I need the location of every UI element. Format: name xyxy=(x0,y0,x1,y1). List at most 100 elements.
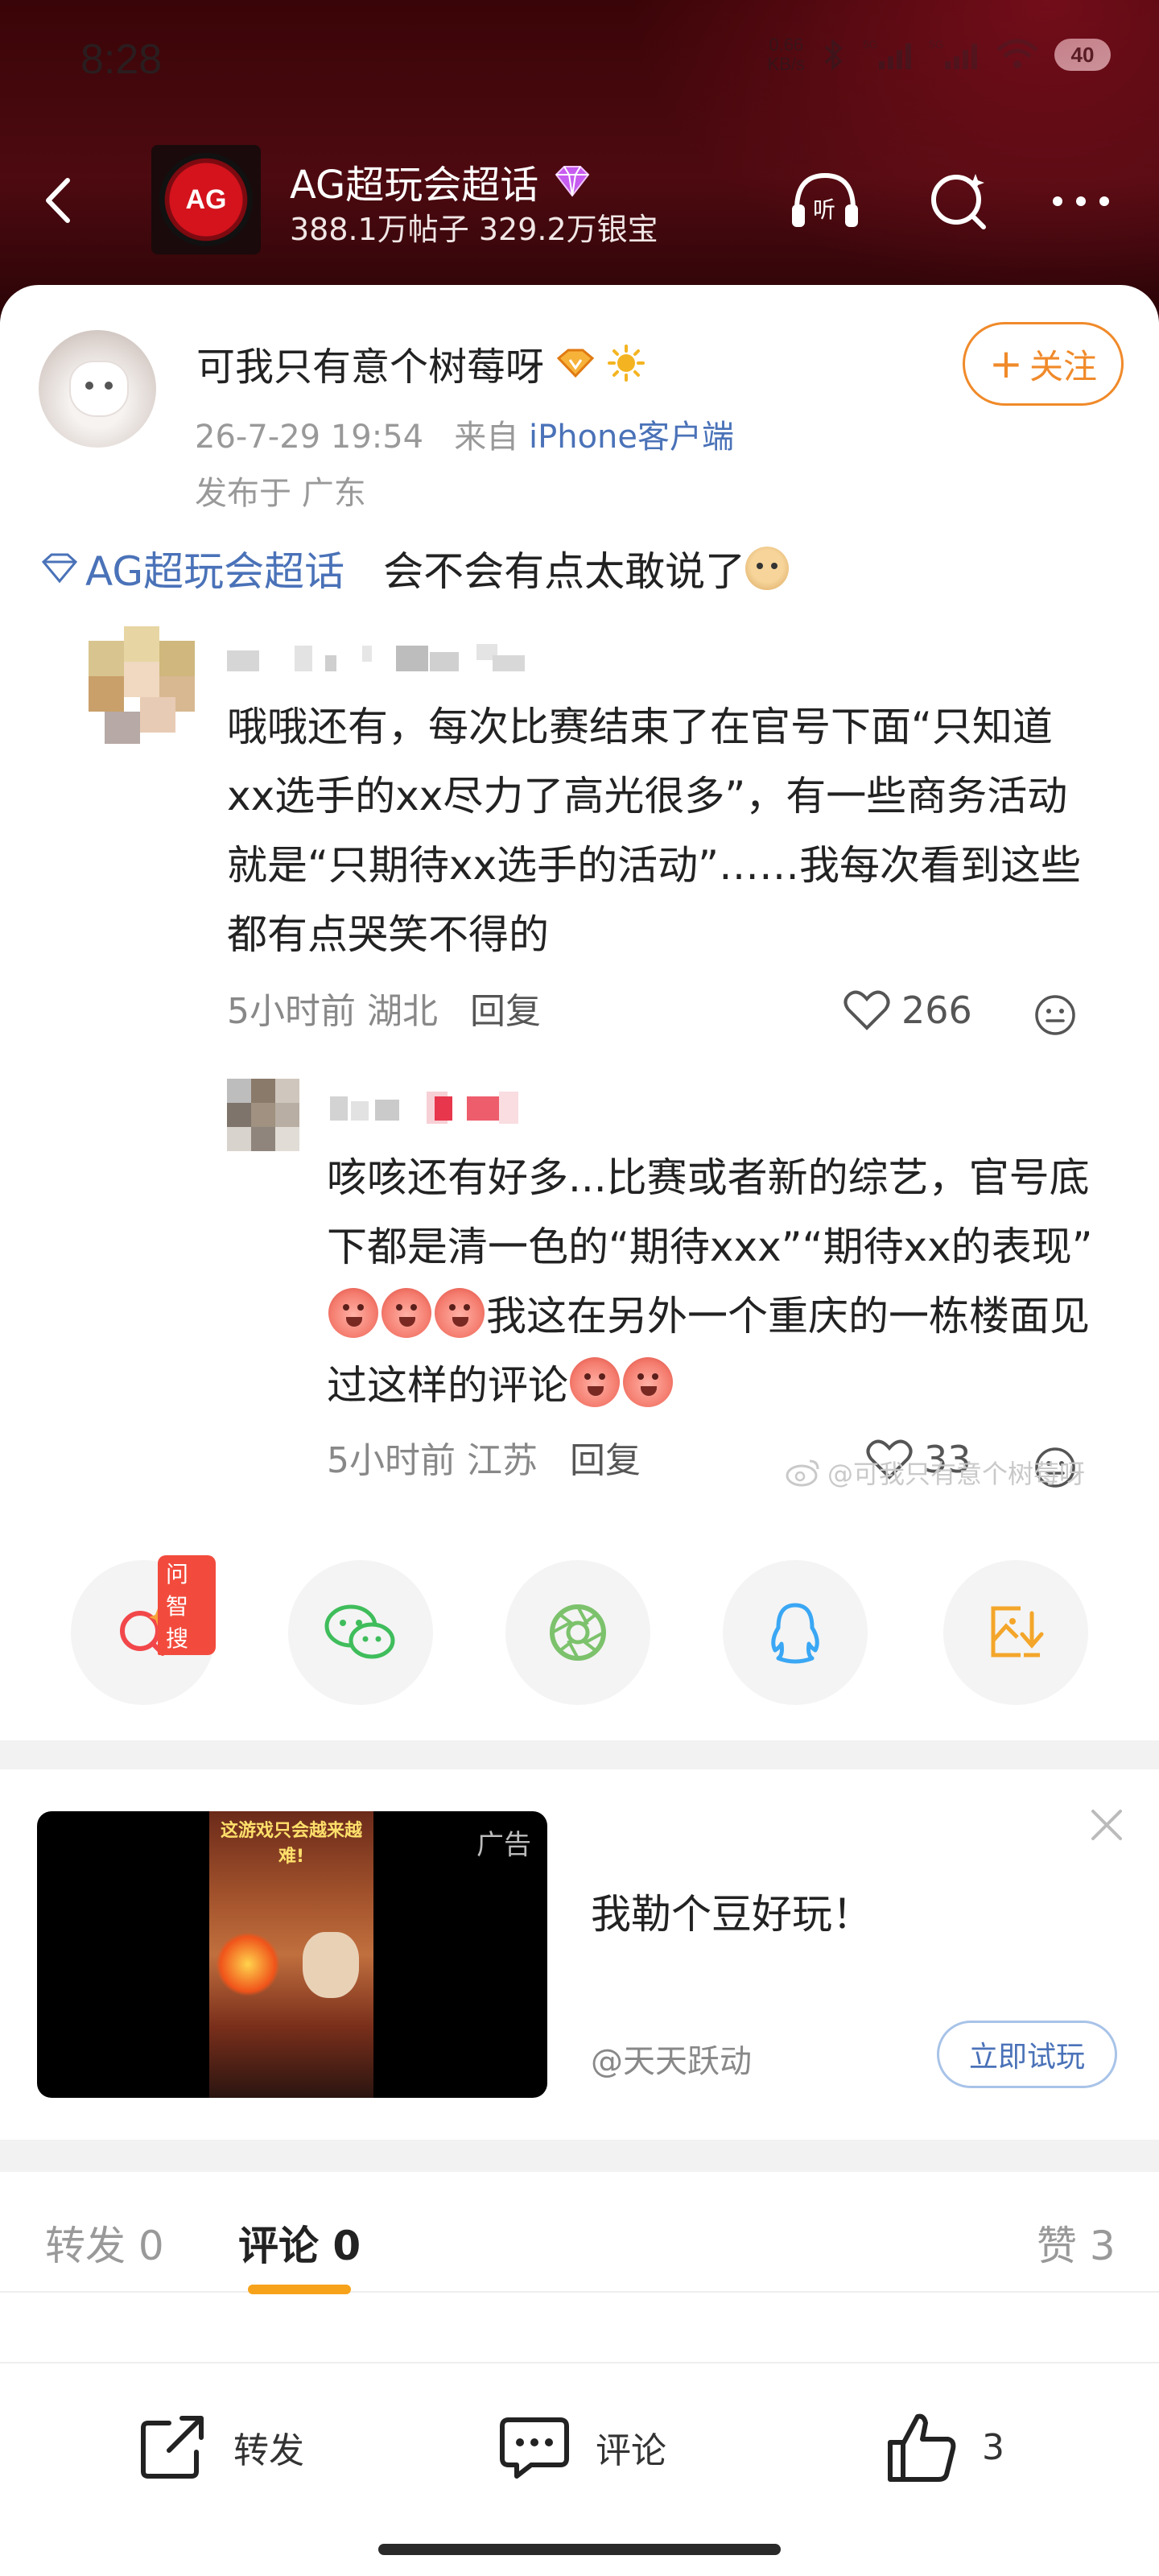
crying-peach-emoji-icon xyxy=(570,1357,620,1407)
sun-level-icon xyxy=(608,345,645,382)
repost-button[interactable]: 转发 xyxy=(134,2409,304,2486)
post-from-prefix: 来自 xyxy=(454,419,519,456)
post-location: 发布于 广东 xyxy=(195,475,366,512)
author-name: 可我只有意个树莓呀 xyxy=(196,345,545,390)
moments-share-button[interactable] xyxy=(505,1560,650,1705)
comment-like-button[interactable]: 266 xyxy=(843,989,972,1032)
heart-icon xyxy=(843,990,890,1030)
ai-search-share-button[interactable]: 问智搜 xyxy=(71,1555,216,1705)
fire-effect xyxy=(216,1932,280,1996)
post-text: 会不会有点太敢说了 xyxy=(383,548,746,595)
tab-repost[interactable]: 转发 0 xyxy=(45,2214,164,2272)
home-indicator[interactable] xyxy=(378,2544,781,2555)
svg-text:听: 听 xyxy=(813,196,835,223)
save-image-icon xyxy=(991,1606,1044,1657)
emoji-react-icon[interactable] xyxy=(1033,993,1077,1037)
reply-reply-button[interactable]: 回复 xyxy=(570,1431,641,1483)
topic-link-text: AG超玩会超话 xyxy=(85,548,345,595)
ad-game-screenshot: 这游戏只会越来越难! xyxy=(209,1811,373,2098)
tab-like[interactable]: 赞 3 xyxy=(1037,2214,1116,2272)
comment-time: 5小时前 湖北 xyxy=(227,991,438,1032)
section-divider xyxy=(0,2140,1159,2172)
battery-indicator: 40 xyxy=(1054,39,1111,71)
more-menu-icon[interactable] xyxy=(1045,169,1117,233)
svg-text:5G: 5G xyxy=(863,38,878,51)
post-card xyxy=(0,285,1159,1734)
reply-avatar-pixelated[interactable] xyxy=(227,1079,299,1151)
bluetooth-icon xyxy=(824,39,843,71)
save-image-share-button[interactable] xyxy=(943,1560,1088,1705)
ad-video[interactable]: 这游戏只会越来越难! 广告 xyxy=(37,1811,547,2098)
reply-button[interactable]: 回复 xyxy=(470,982,541,1034)
moments-icon xyxy=(550,1604,606,1661)
like-button[interactable]: 3 xyxy=(882,2409,1004,2486)
search-icon[interactable] xyxy=(926,169,998,233)
commenter-avatar-pixelated[interactable] xyxy=(89,626,195,745)
topic-logo[interactable]: AG xyxy=(151,145,261,254)
section-divider xyxy=(0,1740,1159,1769)
crying-peach-emoji-icon xyxy=(382,1288,431,1338)
weibo-watermark: @可我只有意个树莓呀 xyxy=(786,1454,1085,1491)
share-icon xyxy=(141,2416,204,2479)
plus-icon: + xyxy=(989,341,1023,387)
ag-logo-mark: AG xyxy=(159,153,253,246)
comment-label: 评论 xyxy=(596,2430,666,2471)
close-icon[interactable] xyxy=(1087,1805,1127,1845)
post-source[interactable]: iPhone客户端 xyxy=(529,419,734,456)
wifi-icon xyxy=(996,39,1038,68)
comment-like-count: 266 xyxy=(901,989,972,1032)
commenter-name-pixelated[interactable] xyxy=(227,644,565,673)
signal-5g-icon-2: 5G xyxy=(929,38,977,69)
qq-icon xyxy=(771,1603,819,1664)
repost-label: 转发 xyxy=(233,2430,304,2471)
watermark-text: @可我只有意个树莓呀 xyxy=(827,1459,1086,1489)
network-speed: 0.66 KB/s xyxy=(767,35,805,74)
ad-game-caption: 这游戏只会越来越难! xyxy=(220,1821,362,1867)
cat-avatar-image xyxy=(71,362,127,415)
topic-title[interactable]: AG超玩会超话 xyxy=(290,153,593,209)
post-time: 26-7-29 19:54 xyxy=(195,419,424,456)
comment-button[interactable]: 评论 xyxy=(496,2409,666,2486)
doge-emoji-icon xyxy=(745,547,790,590)
status-time: 8:28 xyxy=(80,36,163,83)
signal-5g-icon: 5G xyxy=(863,38,911,69)
author-name-row[interactable]: 可我只有意个树莓呀 xyxy=(196,335,645,391)
back-icon[interactable] xyxy=(32,172,89,229)
comment-text: 哦哦还有，每次比赛结束了在官号下面“只知道xx选手的xx尽力了高光很多”，有一些… xyxy=(227,704,1081,958)
topic-name: AG超玩会超话 xyxy=(290,163,539,208)
post-tabs: 转发 0 评论 0 赞 3 xyxy=(0,2172,1159,2294)
topic-nav-bar: AG AG超玩会超话 388.1万帖子 329.2万银宝 听 xyxy=(0,145,1159,258)
post-body: AG超玩会超话 会不会有点太敢说了 xyxy=(39,539,790,597)
status-bar-right: 0.66 KB/s 5G 5G 40 xyxy=(768,35,1111,74)
listen-icon[interactable]: 听 xyxy=(789,169,861,233)
active-tab-indicator xyxy=(248,2285,351,2294)
super-topic-gem-icon xyxy=(555,166,590,197)
ad-try-button[interactable]: 立即试玩 xyxy=(937,2021,1117,2088)
like-count: 3 xyxy=(982,2426,1004,2468)
ai-search-tag: 问智搜 xyxy=(158,1555,216,1655)
ad-label: 广告 xyxy=(476,1829,531,1861)
ad-card[interactable]: 这游戏只会越来越难! 广告 我勒个豆好玩！ @天天跃动 立即试玩 xyxy=(0,1769,1159,2140)
dog-character xyxy=(303,1932,359,1998)
tab-comment[interactable]: 评论 0 xyxy=(238,2214,361,2272)
wechat-share-button[interactable] xyxy=(288,1560,433,1705)
ad-title: 我勒个豆好玩！ xyxy=(591,1891,872,1938)
reply-name-pixelated[interactable] xyxy=(330,1088,523,1125)
reply-text-part1: 咳咳还有好多...比赛或者新的综艺，官号底下都是清一色的“期待xxx”“期待xx… xyxy=(327,1154,1093,1270)
crying-peach-emoji-icon xyxy=(328,1288,378,1338)
follow-button[interactable]: + 关注 xyxy=(963,322,1124,406)
topic-link[interactable]: AG超玩会超话 xyxy=(39,539,344,597)
member-badge-icon xyxy=(556,349,595,378)
follow-label: 关注 xyxy=(1029,346,1097,386)
post-meta: 26-7-29 19:54 来自 iPhone客户端 xyxy=(195,411,734,457)
weibo-logo-icon xyxy=(786,1459,819,1487)
qq-share-button[interactable] xyxy=(723,1560,868,1705)
author-avatar[interactable] xyxy=(39,330,156,448)
comment-icon xyxy=(500,2417,569,2479)
ad-advertiser: @天天跃动 xyxy=(591,2043,752,2080)
reply-time: 5小时前 江苏 xyxy=(327,1440,538,1481)
thumbs-up-icon xyxy=(888,2413,956,2482)
reply-meta: 5小时前 江苏 回复 xyxy=(327,1431,641,1483)
crying-peach-emoji-icon xyxy=(435,1288,485,1338)
reply-text: 咳咳还有好多...比赛或者新的综艺，官号底下都是清一色的“期待xxx”“期待xx… xyxy=(327,1143,1099,1420)
